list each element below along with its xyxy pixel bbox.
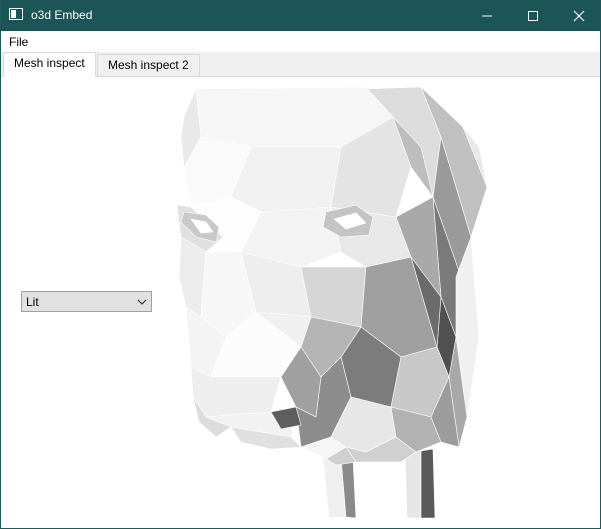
tab-strip: Mesh inspect Mesh inspect 2 xyxy=(1,52,600,77)
minimize-icon xyxy=(482,15,492,16)
chevron-down-icon xyxy=(137,299,147,305)
title-bar[interactable]: o3d Embed xyxy=(1,0,601,31)
maximize-icon xyxy=(528,10,538,21)
menu-bar: File xyxy=(1,31,600,52)
menu-file[interactable]: File xyxy=(9,35,28,49)
tab-content: Lit xyxy=(1,77,600,528)
minimize-button[interactable] xyxy=(464,0,510,31)
app-icon xyxy=(9,8,23,20)
dog-head-mesh xyxy=(176,86,488,519)
app-window: o3d Embed File Mesh inspect Mesh inspect… xyxy=(0,0,601,529)
window-title: o3d Embed xyxy=(31,8,93,22)
maximize-button[interactable] xyxy=(510,0,556,31)
render-mode-value: Lit xyxy=(26,295,39,309)
close-icon xyxy=(573,10,585,21)
tab-mesh-inspect-2[interactable]: Mesh inspect 2 xyxy=(97,54,200,76)
render-mode-select[interactable]: Lit xyxy=(21,291,152,312)
tab-mesh-inspect[interactable]: Mesh inspect xyxy=(3,52,96,77)
close-button[interactable] xyxy=(556,0,601,31)
